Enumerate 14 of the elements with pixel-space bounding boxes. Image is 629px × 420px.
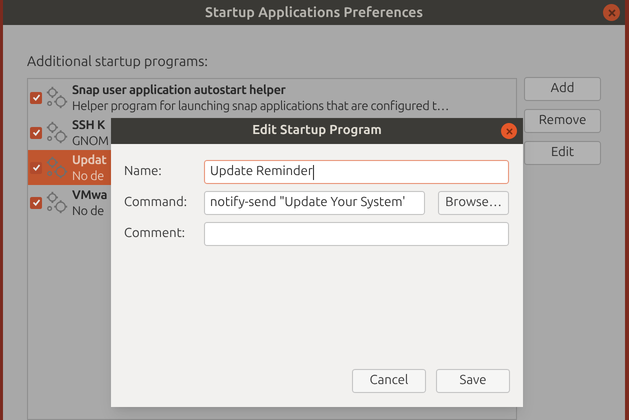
program-description: GNOM — [72, 132, 109, 148]
field-label: Comment: — [124, 225, 186, 242]
program-description: Helper program for launching snap applications that are configured t… — [72, 98, 449, 114]
window-title: Startup Applications Preferences — [205, 3, 423, 22]
field-label: Command: — [124, 194, 188, 212]
program-name: SSH K — [72, 116, 106, 132]
dialog-title: Edit Startup Program — [252, 122, 382, 140]
list-label: Additional startup programs: — [27, 52, 209, 71]
program-name: Snap user application autostart helper — [72, 82, 287, 98]
program-description: No de — [72, 168, 105, 184]
program-name: Updat — [72, 152, 106, 168]
program-description: No de — [72, 202, 105, 218]
field-label: Name: — [124, 163, 163, 180]
program-name: VMwa — [72, 186, 108, 202]
